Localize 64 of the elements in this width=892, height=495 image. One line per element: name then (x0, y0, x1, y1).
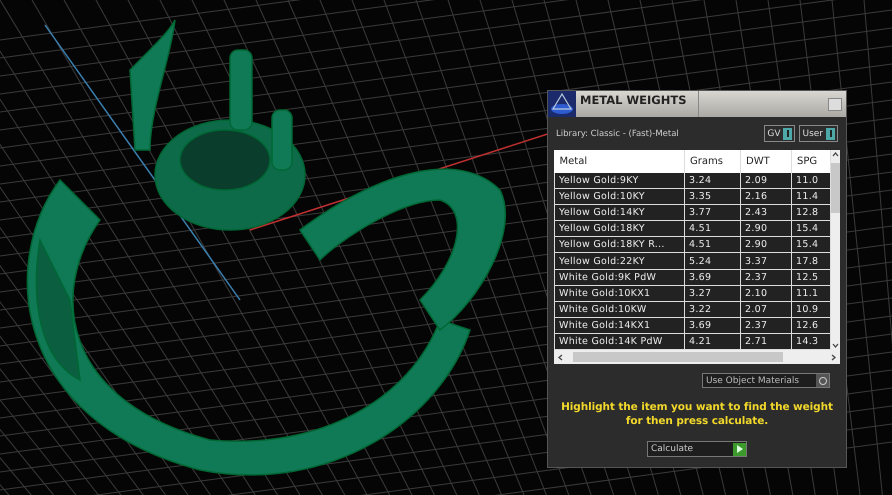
table-cell: 10.9 (792, 301, 830, 318)
table-cell: 2.43 (740, 204, 792, 221)
library-label: Library: Classic - (Fast)-Metal (556, 128, 680, 138)
table-cell: 3.37 (740, 252, 792, 270)
table-cell: Yellow Gold:9KY (554, 173, 684, 189)
table-cell: 2.90 (740, 220, 792, 237)
table-cell: 3.35 (684, 188, 740, 205)
window-title: METAL WEIGHTS (580, 91, 699, 117)
table-cell: 15.4 (792, 236, 830, 253)
table-cell: White Gold:14K PdW (554, 333, 684, 350)
chevron-up-icon[interactable] (831, 150, 840, 159)
table-cell: 2.10 (740, 285, 792, 302)
table-cell: 2.90 (740, 236, 792, 253)
table-cell: White Gold:14KX1 (554, 317, 684, 334)
chevron-right-icon[interactable] (829, 352, 838, 362)
column-header[interactable]: Grams (684, 150, 740, 174)
column-header[interactable]: SPG (792, 150, 830, 174)
table-cell: 4.51 (684, 236, 740, 253)
table-cell: 2.71 (740, 333, 792, 350)
play-icon (736, 445, 743, 453)
toggle-switch[interactable]: GV (764, 125, 796, 142)
table-cell: 2.07 (740, 301, 792, 318)
vertical-scrollbar[interactable] (831, 150, 840, 350)
table-cell: 2.09 (740, 173, 792, 189)
table-cell: 4.51 (684, 220, 740, 237)
table-cell: 12.5 (792, 269, 830, 286)
table-cell: 15.4 (792, 220, 830, 237)
table-cell: 3.77 (684, 204, 740, 221)
table-cell: 3.69 (684, 269, 740, 286)
chevron-down-icon[interactable] (831, 341, 840, 350)
use-object-materials-checkbox[interactable]: Use Object Materials (702, 373, 830, 388)
table-cell: 2.37 (740, 317, 792, 334)
table-cell: 3.27 (684, 285, 740, 302)
table-cell: 17.8 (792, 252, 830, 270)
calculate-button[interactable]: Calculate (647, 441, 747, 457)
table-cell: 5.24 (684, 252, 740, 270)
toggle-switch[interactable]: User (799, 125, 838, 142)
table-cell: White Gold:9K PdW (554, 269, 684, 286)
pyramid-logo-icon (548, 91, 576, 117)
table-cell: Yellow Gold:10KY (554, 188, 684, 205)
table-cell: 2.37 (740, 269, 792, 286)
close-button[interactable] (828, 98, 842, 110)
table-cell: 12.6 (792, 317, 830, 334)
table-cell: 3.24 (684, 173, 740, 189)
instruction-text: Highlight the item you want to find the weight for then press calculate. (560, 400, 834, 428)
chevron-left-icon[interactable] (556, 352, 565, 362)
table-cell: 2.16 (740, 188, 792, 205)
table-cell: 11.1 (792, 285, 830, 302)
table-cell: 14.3 (792, 333, 830, 350)
table-cell: 12.8 (792, 204, 830, 221)
table-cell: Yellow Gold:18KY R... (554, 236, 684, 253)
table-cell: 4.21 (684, 333, 740, 350)
table-cell: 11.4 (792, 188, 830, 205)
table-cell: Yellow Gold:18KY (554, 220, 684, 237)
column-header[interactable]: DWT (740, 150, 792, 174)
horizontal-scrollbar[interactable] (554, 350, 840, 364)
table-cell: 11.0 (792, 173, 830, 189)
table-cell: White Gold:10KW (554, 301, 684, 318)
column-header[interactable]: Metal (554, 150, 684, 174)
table-cell: Yellow Gold:14KY (554, 204, 684, 221)
table-cell: Yellow Gold:22KY (554, 252, 684, 270)
table-cell: 3.69 (684, 317, 740, 334)
table-cell: 3.22 (684, 301, 740, 318)
table-cell: White Gold:10KX1 (554, 285, 684, 302)
